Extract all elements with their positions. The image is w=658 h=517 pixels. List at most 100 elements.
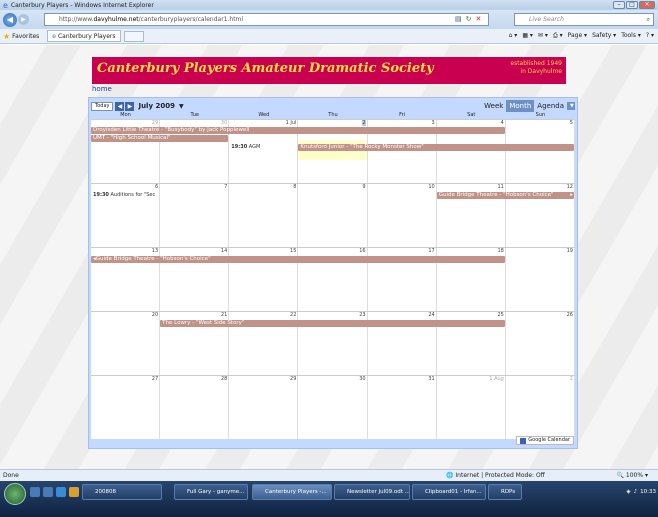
back-button[interactable]: ◀: [3, 12, 17, 27]
calendar-event[interactable]: Droylsden Little Theatre - "Busybody" by…: [91, 127, 505, 134]
zoom-level[interactable]: 🔍 100% ▾: [617, 472, 648, 479]
prev-month-button[interactable]: ◀: [115, 101, 125, 111]
close-button[interactable]: ✕: [639, 1, 655, 9]
day-number[interactable]: 1 Jul: [286, 120, 297, 126]
help-icon[interactable]: ? ▾: [646, 32, 654, 40]
home-link[interactable]: home: [92, 85, 112, 93]
calendar-event[interactable]: ◂Guide Bridge Theatre - "Hobson's Choice…: [91, 256, 505, 263]
quicklaunch-app-icon[interactable]: [69, 487, 79, 497]
tab-agenda[interactable]: Agenda: [534, 100, 567, 112]
search-icon[interactable]: ⌕: [647, 14, 650, 25]
compat-view-icon[interactable]: ▤: [455, 15, 462, 23]
calendar-day-cell[interactable]: 5: [506, 120, 575, 183]
day-number[interactable]: 15: [290, 248, 296, 254]
quicklaunch-ie-icon[interactable]: [56, 487, 66, 497]
day-number[interactable]: 9: [362, 184, 365, 190]
day-number[interactable]: 7: [224, 184, 227, 190]
day-number[interactable]: 22: [290, 312, 296, 318]
forward-button[interactable]: ▶: [18, 14, 29, 25]
calendar-day-cell[interactable]: 31: [368, 376, 437, 439]
refresh-icon[interactable]: ↻: [466, 15, 472, 23]
home-icon[interactable]: ⌂ ▾: [509, 32, 518, 40]
calendar-day-cell[interactable]: 10: [368, 184, 437, 247]
tab-canterbury-players[interactable]: e Canterbury Players: [47, 30, 121, 42]
taskbar-button[interactable]: Newsletter Jul09.odt ...: [334, 484, 410, 500]
search-input[interactable]: Live Search ⌕: [514, 13, 654, 26]
calendar-day-cell[interactable]: 2: [506, 376, 575, 439]
network-icon[interactable]: ◈: [626, 484, 630, 500]
day-number[interactable]: 24: [428, 312, 434, 318]
day-number[interactable]: 4: [501, 120, 504, 126]
calendar-day-cell[interactable]: 1 Aug: [437, 376, 506, 439]
agenda-dropdown-icon[interactable]: ▼: [567, 102, 575, 110]
day-number[interactable]: 30: [221, 120, 227, 126]
quicklaunch-desktop-icon[interactable]: [30, 487, 40, 497]
calendar-event[interactable]: UMT - "High School Musical": [91, 135, 229, 142]
calendar-day-cell[interactable]: 27: [91, 376, 161, 439]
day-number[interactable]: 25: [497, 312, 503, 318]
day-number[interactable]: 17: [428, 248, 434, 254]
taskbar-button[interactable]: Canterbury Players -...: [252, 484, 332, 500]
tab-month[interactable]: Month: [506, 100, 535, 112]
calendar-day-cell[interactable]: 7: [160, 184, 230, 247]
security-zone[interactable]: 🌐 Internet | Protected Mode: Off: [446, 472, 545, 479]
day-number[interactable]: 1 Aug: [489, 376, 504, 382]
calendar-day-cell[interactable]: 9: [298, 184, 368, 247]
calendar-day-cell[interactable]: 29: [229, 376, 299, 439]
clock[interactable]: 10:33: [640, 484, 656, 500]
quicklaunch-explorer-icon[interactable]: [43, 487, 53, 497]
day-number[interactable]: 5: [570, 120, 573, 126]
taskbar-button[interactable]: Full Gary - ganyme...: [174, 484, 248, 500]
day-number[interactable]: 2: [362, 120, 366, 126]
day-number[interactable]: 26: [567, 312, 573, 318]
tools-menu[interactable]: Tools ▾: [621, 32, 641, 40]
calendar-day-cell[interactable]: 8: [229, 184, 299, 247]
day-number[interactable]: 3: [432, 120, 435, 126]
calendar-day-cell[interactable]: 20: [91, 312, 161, 375]
calendar-timed-event[interactable]: 19:30 Auditions for "Sec: [93, 192, 155, 198]
day-number[interactable]: 6: [155, 184, 158, 190]
day-number[interactable]: 10: [428, 184, 434, 190]
day-number[interactable]: 29: [152, 120, 158, 126]
day-number[interactable]: 12: [567, 184, 573, 190]
month-dropdown-icon[interactable]: ▼: [179, 103, 184, 110]
mail-icon[interactable]: ✉ ▾: [538, 32, 548, 40]
volume-icon[interactable]: ♪: [634, 484, 638, 500]
calendar-event[interactable]: The Lowry - "West Side Story": [160, 320, 505, 327]
start-button[interactable]: [4, 483, 26, 505]
day-number[interactable]: 16: [359, 248, 365, 254]
day-number[interactable]: 14: [221, 248, 227, 254]
day-number[interactable]: 18: [497, 248, 503, 254]
calendar-day-cell[interactable]: 19: [506, 248, 575, 311]
minimize-button[interactable]: –: [613, 1, 625, 9]
new-tab-button[interactable]: [123, 30, 144, 42]
page-menu[interactable]: Page ▾: [568, 32, 587, 40]
calendar-day-cell[interactable]: 28: [160, 376, 230, 439]
favorites-star-icon[interactable]: ★: [3, 32, 10, 41]
day-number[interactable]: 21: [221, 312, 227, 318]
favorites-button[interactable]: Favorites: [12, 33, 39, 40]
print-icon[interactable]: ⎙ ▾: [553, 32, 563, 40]
day-number[interactable]: 20: [152, 312, 158, 318]
calendar-day-cell[interactable]: 26: [506, 312, 575, 375]
safety-menu[interactable]: Safety ▾: [592, 32, 616, 40]
maximize-button[interactable]: □: [626, 1, 638, 9]
today-button[interactable]: Today: [91, 101, 114, 111]
day-number[interactable]: 30: [359, 376, 365, 382]
calendar-timed-event[interactable]: 19:30 AGM: [231, 144, 260, 150]
day-number[interactable]: 23: [359, 312, 365, 318]
day-number[interactable]: 31: [428, 376, 434, 382]
day-number[interactable]: 28: [221, 376, 227, 382]
day-number[interactable]: 13: [152, 248, 158, 254]
day-number[interactable]: 2: [570, 376, 573, 382]
day-number[interactable]: 29: [290, 376, 296, 382]
address-field[interactable]: http://www.davyhulme.net/canterburyplaye…: [44, 13, 489, 26]
day-number[interactable]: 8: [293, 184, 296, 190]
feeds-icon[interactable]: ▦ ▾: [522, 32, 533, 40]
day-number[interactable]: 19: [567, 248, 573, 254]
taskbar-button[interactable]: RDPs: [488, 484, 522, 500]
calendar-event[interactable]: Knutsford Junior - "The Rocky Monster Sh…: [298, 144, 574, 151]
taskbar-button[interactable]: 200808: [82, 484, 162, 500]
calendar-event[interactable]: Guide Bridge Theatre - "Hobson's Choice"…: [436, 192, 574, 199]
tab-week[interactable]: Week: [481, 100, 506, 112]
